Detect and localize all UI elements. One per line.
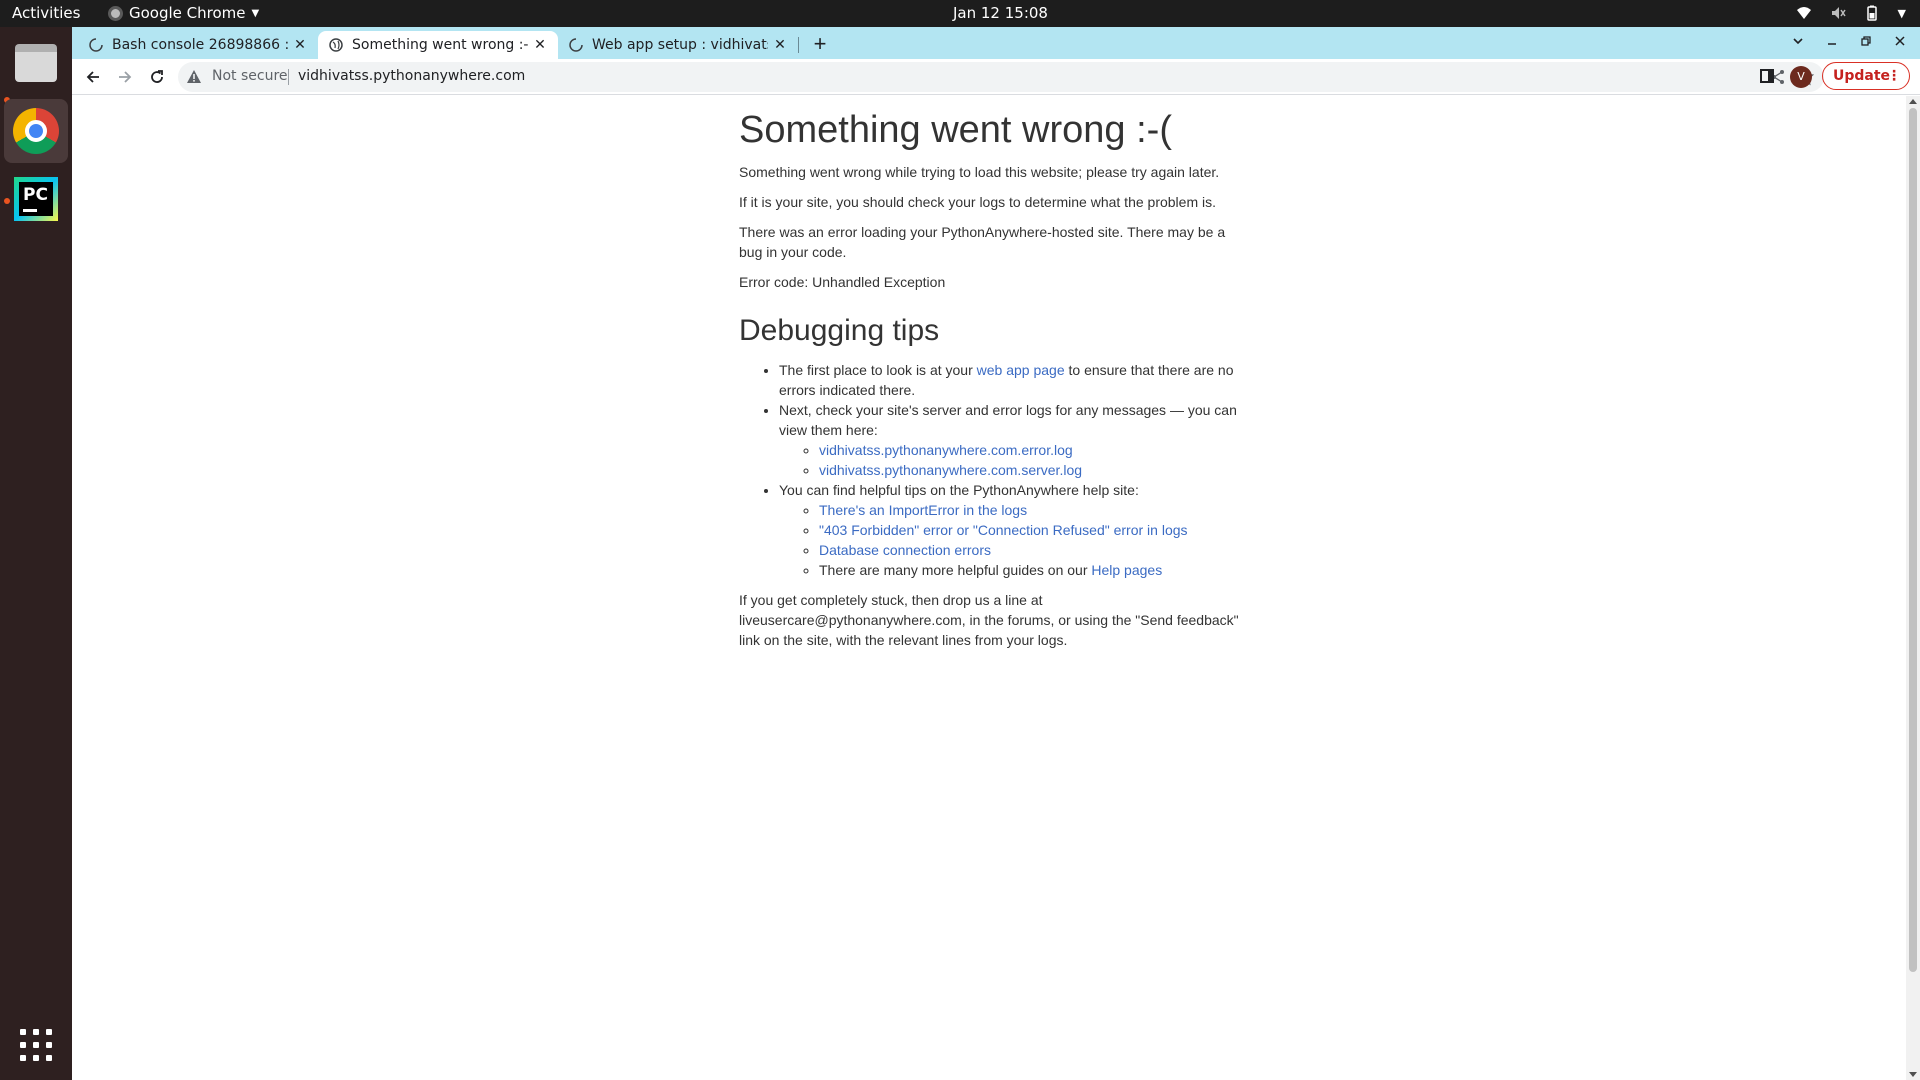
- list-item: vidhivatss.pythonanywhere.com.error.log: [819, 440, 1239, 460]
- system-tray[interactable]: ▼: [1796, 5, 1906, 21]
- tips-list: The first place to look is at your web a…: [779, 360, 1239, 580]
- restore-button[interactable]: [1854, 33, 1878, 53]
- import-error-link[interactable]: There's an ImportError in the logs: [819, 502, 1027, 518]
- address-bar[interactable]: Not secure vidhivatss.pythonanywhere.com: [178, 62, 1824, 92]
- check-logs-text: If it is your site, you should check you…: [739, 194, 1217, 210]
- url-text[interactable]: vidhivatss.pythonanywhere.com: [298, 68, 525, 84]
- close-icon[interactable]: ✕: [532, 37, 548, 53]
- back-button[interactable]: [80, 64, 106, 90]
- vertical-scrollbar[interactable]: [1906, 96, 1920, 1080]
- tab-search-button[interactable]: [1786, 33, 1810, 53]
- back-arrow-icon: [86, 71, 99, 83]
- battery-icon: [1866, 5, 1877, 21]
- database-errors-link[interactable]: Database connection errors: [819, 542, 991, 558]
- intro-text: Something went wrong while trying to loa…: [739, 164, 1220, 180]
- loading-icon: [88, 37, 104, 53]
- list-item: "403 Forbidden" error or "Connection Ref…: [819, 520, 1239, 540]
- log-links-list: vidhivatss.pythonanywhere.com.error.log …: [819, 440, 1239, 480]
- files-icon: [15, 44, 57, 82]
- tip-web-app-page: The first place to look is at your web a…: [779, 360, 1239, 400]
- scrollbar-thumb[interactable]: [1909, 108, 1917, 972]
- pycharm-icon: PC: [14, 177, 58, 221]
- tab-bash-console[interactable]: Bash console 26898866 : v ✕: [78, 31, 318, 59]
- forward-arrow-icon: [119, 71, 132, 83]
- chevron-down-icon: ▼: [251, 7, 260, 19]
- forbidden-error-link[interactable]: "403 Forbidden" error or "Connection Ref…: [819, 522, 1188, 538]
- tip-help-site: You can find helpful tips on the PythonA…: [779, 480, 1239, 580]
- page-viewport: Something went wrong :-( Something went …: [72, 96, 1906, 1080]
- not-secure-label[interactable]: Not secure: [212, 68, 288, 84]
- stuck-text: If you get completely stuck, then drop u…: [739, 592, 1239, 648]
- reload-button[interactable]: [144, 64, 170, 90]
- scroll-up-icon[interactable]: [1909, 99, 1917, 104]
- clock[interactable]: Jan 12 15:08: [953, 4, 1048, 22]
- help-links-list: There's an ImportError in the logs "403 …: [819, 500, 1239, 580]
- app-menu[interactable]: Google Chrome ▼: [108, 4, 259, 22]
- list-item: vidhivatss.pythonanywhere.com.server.log: [819, 460, 1239, 480]
- server-log-link[interactable]: vidhivatss.pythonanywhere.com.server.log: [819, 462, 1082, 478]
- web-app-page-link[interactable]: web app page: [977, 362, 1065, 378]
- forward-button[interactable]: [112, 64, 138, 90]
- tab-web-app-setup[interactable]: Web app setup : vidhivatss ✕: [558, 31, 798, 59]
- new-tab-button[interactable]: +: [808, 33, 832, 57]
- reload-icon: [151, 70, 163, 83]
- tab-title: Web app setup : vidhivatss: [592, 37, 768, 53]
- tab-something-went-wrong[interactable]: Something went wrong :-( ✕: [318, 31, 558, 59]
- error-code: Error code: Unhandled Exception: [739, 274, 946, 290]
- tab-title: Something went wrong :-(: [352, 37, 528, 53]
- chrome-mini-icon: [108, 5, 123, 21]
- pycharm-label: PC: [19, 182, 53, 216]
- dock-files[interactable]: [4, 31, 68, 95]
- tab-title: Bash console 26898866 : v: [112, 37, 288, 53]
- list-item: There are many more helpful guides on ou…: [819, 560, 1239, 580]
- close-icon[interactable]: ✕: [772, 37, 788, 53]
- omnibox-divider: [288, 69, 289, 85]
- system-top-bar: Activities Google Chrome ▼ Jan 12 15:08 …: [0, 0, 1920, 27]
- more-menu-icon: ⋮: [1887, 68, 1901, 84]
- warning-icon[interactable]: [186, 69, 202, 85]
- close-icon[interactable]: ✕: [292, 37, 308, 53]
- browser-toolbar: Not secure vidhivatss.pythonanywhere.com…: [72, 59, 1920, 95]
- error-log-link[interactable]: vidhivatss.pythonanywhere.com.error.log: [819, 442, 1073, 458]
- globe-icon: [328, 37, 344, 53]
- chrome-icon: [13, 108, 59, 154]
- dock-chrome[interactable]: [4, 99, 68, 163]
- dock-pycharm[interactable]: PC: [4, 167, 68, 231]
- update-label: Update: [1833, 68, 1891, 84]
- side-panel-icon[interactable]: [1760, 69, 1774, 83]
- dock: PC: [0, 27, 72, 1080]
- tab-strip: Bash console 26898866 : v ✕ Something we…: [72, 27, 1920, 59]
- tab-separator: [798, 37, 799, 53]
- update-button[interactable]: Update ⋮: [1822, 62, 1910, 90]
- help-pages-link[interactable]: Help pages: [1091, 562, 1162, 578]
- error-loading-text: There was an error loading your PythonAn…: [739, 224, 1226, 260]
- list-item: There's an ImportError in the logs: [819, 500, 1239, 520]
- close-window-button[interactable]: [1888, 33, 1912, 53]
- loading-icon: [568, 37, 584, 53]
- chevron-down-icon: ▼: [1897, 6, 1906, 20]
- wifi-icon: [1796, 7, 1811, 19]
- error-page-content: Something went wrong :-( Something went …: [739, 108, 1239, 660]
- scroll-down-icon[interactable]: [1909, 1072, 1917, 1077]
- minimize-button[interactable]: [1820, 33, 1844, 53]
- debugging-heading: Debugging tips: [739, 314, 940, 347]
- activities-button[interactable]: Activities: [12, 4, 80, 22]
- profile-avatar[interactable]: V: [1790, 66, 1812, 88]
- list-item: Database connection errors: [819, 540, 1239, 560]
- volume-muted-icon: [1831, 7, 1846, 19]
- tip-check-logs: Next, check your site's server and error…: [779, 400, 1239, 480]
- chrome-window: Bash console 26898866 : v ✕ Something we…: [72, 27, 1920, 1080]
- page-title: Something went wrong :-(: [739, 109, 1172, 151]
- show-applications-icon[interactable]: [20, 1029, 52, 1061]
- app-menu-label: Google Chrome: [129, 4, 246, 22]
